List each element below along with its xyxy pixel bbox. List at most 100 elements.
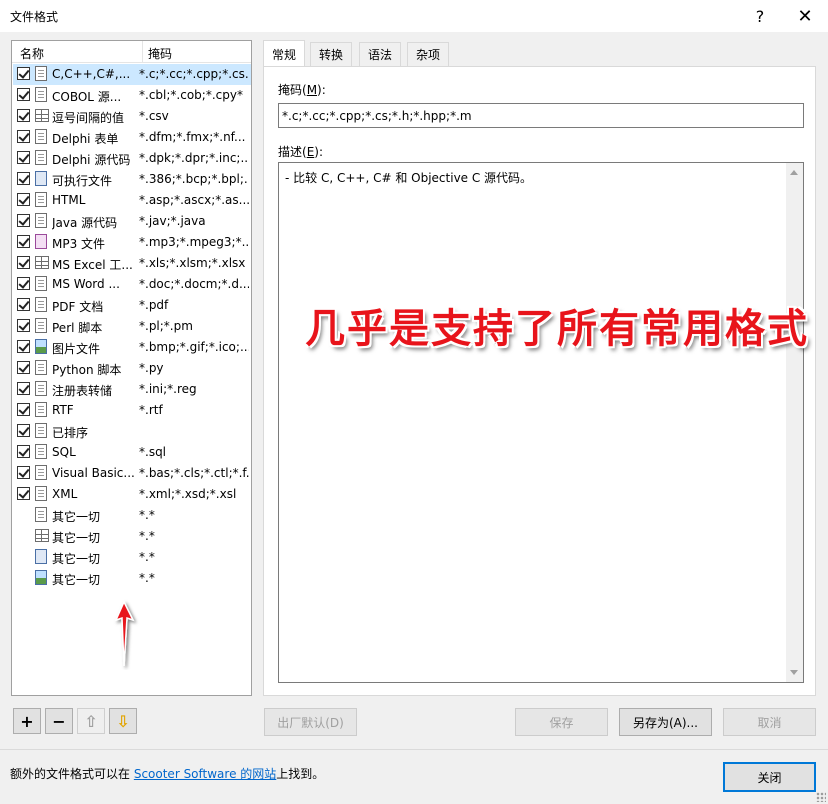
table-grid-icon	[35, 529, 49, 542]
enable-checkbox[interactable]	[17, 382, 30, 395]
enable-checkbox[interactable]	[17, 298, 30, 311]
list-item[interactable]: Python 脚本 *.py	[13, 358, 251, 379]
format-name: 逗号间隔的值	[52, 111, 125, 125]
enable-checkbox[interactable]	[17, 256, 30, 269]
list-item[interactable]: Delphi 源代码 *.dpk;*.dpr;*.inc;...	[13, 148, 251, 169]
list-item[interactable]: MS Excel 工... *.xls;*.xlsm;*.xlsx	[13, 253, 251, 274]
executable-icon	[35, 549, 47, 564]
enable-checkbox[interactable]	[17, 214, 30, 227]
list-item[interactable]: Perl 脚本 *.pl;*.pm	[13, 316, 251, 337]
enable-checkbox[interactable]	[17, 151, 30, 164]
list-item[interactable]: Java 源代码 *.jav;*.java	[13, 211, 251, 232]
format-mask: *.*	[139, 508, 155, 522]
format-name: C,C++,C#,...	[52, 67, 131, 81]
list-item[interactable]: Visual Basic... *.bas;*.cls;*.ctl;*.f...	[13, 463, 251, 484]
remove-format-button[interactable]: −	[45, 708, 73, 734]
enable-checkbox[interactable]	[17, 193, 30, 206]
tab-conversion[interactable]: 转换	[310, 42, 353, 66]
list-item[interactable]: Delphi 表单 *.dfm;*.fmx;*.nf...	[13, 127, 251, 148]
list-item[interactable]: SQL *.sql	[13, 442, 251, 463]
factory-default-button[interactable]: 出厂默认(D)	[264, 708, 357, 736]
format-mask: *.xls;*.xlsm;*.xlsx	[139, 256, 246, 270]
file-lines-icon	[35, 381, 47, 396]
move-up-button[interactable]: ⇧	[77, 708, 105, 734]
help-button[interactable]: ?	[737, 0, 783, 32]
format-mask: *.dpk;*.dpr;*.inc;...	[139, 151, 249, 165]
tab-general[interactable]: 常规	[263, 40, 306, 67]
list-item[interactable]: 注册表转储 *.ini;*.reg	[13, 379, 251, 400]
file-lines-icon	[35, 297, 47, 312]
enable-checkbox[interactable]	[17, 67, 30, 80]
description-textarea[interactable]: - 比较 C, C++, C# 和 Objective C 源代码。	[278, 162, 804, 683]
format-mask: *.rtf	[139, 403, 163, 417]
format-mask: *.xml;*.xsd;*.xsl	[139, 487, 237, 501]
list-item[interactable]: PDF 文档 *.pdf	[13, 295, 251, 316]
tab-syntax[interactable]: 语法	[359, 42, 402, 66]
enable-checkbox[interactable]	[17, 424, 30, 437]
save-as-button[interactable]: 另存为(A)...	[619, 708, 712, 736]
enable-checkbox[interactable]	[17, 277, 30, 290]
mask-input[interactable]	[278, 103, 804, 128]
cancel-button[interactable]: 取消	[723, 708, 816, 736]
enable-checkbox[interactable]	[17, 319, 30, 332]
format-mask: *.386;*.bcp;*.bpl;...	[139, 172, 249, 186]
format-mask: *.sql	[139, 445, 167, 459]
list-item[interactable]: 逗号间隔的值 *.csv	[13, 106, 251, 127]
list-item[interactable]: RTF *.rtf	[13, 400, 251, 421]
format-name: 其它一切	[52, 510, 101, 524]
list-item[interactable]: MP3 文件 *.mp3;*.mpeg3;*...	[13, 232, 251, 253]
enable-checkbox[interactable]	[17, 109, 30, 122]
list-item[interactable]: 已排序	[13, 421, 251, 442]
move-down-button[interactable]: ⇩	[109, 708, 137, 734]
list-item[interactable]: MS Word ... *.doc;*.docm;*.d...	[13, 274, 251, 295]
save-button[interactable]: 保存	[515, 708, 608, 736]
close-window-button[interactable]: ✕	[782, 0, 828, 32]
enable-checkbox[interactable]	[17, 487, 30, 500]
music-icon	[35, 234, 47, 249]
add-format-button[interactable]: +	[13, 708, 41, 734]
enable-checkbox[interactable]	[17, 235, 30, 248]
list-item[interactable]: 其它一切 *.*	[13, 568, 251, 589]
column-divider[interactable]	[142, 41, 143, 63]
enable-checkbox[interactable]	[17, 466, 30, 479]
list-item[interactable]: 图片文件 *.bmp;*.gif;*.ico;...	[13, 337, 251, 358]
format-mask: *.pl;*.pm	[139, 319, 193, 333]
scroll-down-icon[interactable]	[790, 670, 798, 675]
enable-checkbox[interactable]	[17, 88, 30, 101]
enable-checkbox[interactable]	[17, 445, 30, 458]
scroll-up-icon[interactable]	[790, 170, 798, 175]
format-mask: *.dfm;*.fmx;*.nf...	[139, 130, 246, 144]
footer-note: 额外的文件格式可以在 Scooter Software 的网站上找到。	[10, 767, 325, 781]
description-text: - 比较 C, C++, C# 和 Objective C 源代码。	[285, 171, 533, 185]
list-item[interactable]: HTML *.asp;*.ascx;*.as...	[13, 190, 251, 211]
list-item[interactable]: C,C++,C#,... *.c;*.cc;*.cpp;*.cs...	[13, 64, 251, 85]
format-name: MP3 文件	[52, 237, 106, 251]
file-lines-icon	[35, 276, 47, 291]
scooter-website-link[interactable]: Scooter Software 的网站	[134, 767, 276, 781]
enable-checkbox[interactable]	[17, 172, 30, 185]
format-name: COBOL 源...	[52, 90, 122, 104]
list-item[interactable]: 其它一切 *.*	[13, 526, 251, 547]
list-item[interactable]: COBOL 源... *.cbl;*.cob;*.cpy*	[13, 85, 251, 106]
description-scrollbar[interactable]	[786, 163, 803, 682]
enable-checkbox[interactable]	[17, 130, 30, 143]
format-mask: *.c;*.cc;*.cpp;*.cs...	[139, 67, 249, 81]
column-header-mask[interactable]: 掩码	[148, 45, 172, 62]
list-item[interactable]: XML *.xml;*.xsd;*.xsl	[13, 484, 251, 505]
file-lines-icon	[35, 360, 47, 375]
column-header-name[interactable]: 名称	[20, 45, 44, 62]
arrow-down-icon: ⇩	[116, 711, 130, 731]
list-item[interactable]: 其它一切 *.*	[13, 547, 251, 568]
tab-misc[interactable]: 杂项	[407, 42, 450, 66]
list-item[interactable]: 其它一切 *.*	[13, 505, 251, 526]
file-lines-icon	[35, 129, 47, 144]
list-item[interactable]: 可执行文件 *.386;*.bcp;*.bpl;...	[13, 169, 251, 190]
enable-checkbox[interactable]	[17, 340, 30, 353]
format-name: Python 脚本	[52, 363, 122, 377]
close-button[interactable]: 关闭	[723, 762, 816, 792]
enable-checkbox[interactable]	[17, 403, 30, 416]
table-grid-icon	[35, 109, 49, 122]
enable-checkbox[interactable]	[17, 361, 30, 374]
resize-grip-icon[interactable]	[816, 792, 826, 802]
format-mask: *.*	[139, 571, 155, 585]
